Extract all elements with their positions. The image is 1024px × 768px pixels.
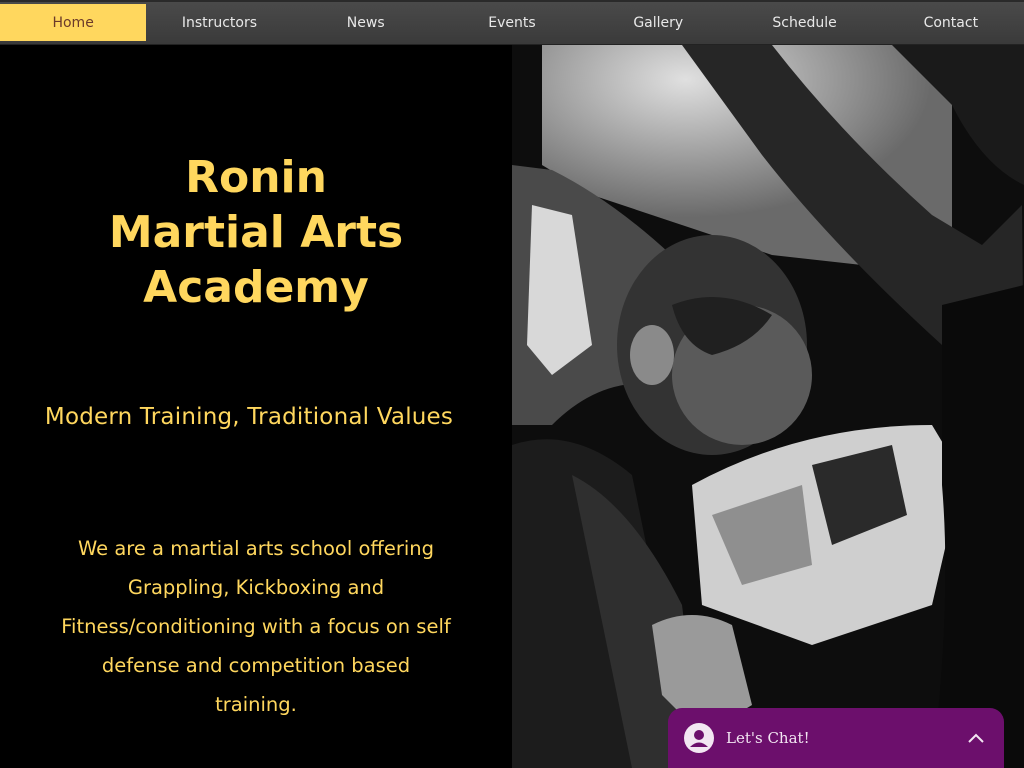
title-line-1: Ronin [185,152,327,203]
nav-item-instructors[interactable]: Instructors [146,4,292,41]
hero-text-panel: Ronin Martial Arts Academy Modern Traini… [0,45,512,768]
user-avatar-icon [684,723,714,753]
nav-item-events[interactable]: Events [439,4,585,41]
grappling-photo-image [512,45,1024,768]
chat-label: Let's Chat! [726,729,810,747]
nav-item-contact[interactable]: Contact [878,4,1024,41]
title-line-2: Martial Arts [108,207,404,258]
chevron-up-icon[interactable] [956,732,996,744]
nav-item-home[interactable]: Home [0,4,147,41]
chat-widget[interactable]: Let's Chat! [668,708,1004,768]
main-nav: Home Instructors News Events Gallery Sch… [0,0,1024,45]
nav-item-news[interactable]: News [293,4,439,41]
hero-tagline: Modern Training, Traditional Values [44,404,454,430]
hero-description: We are a martial arts school offering Gr… [61,537,451,716]
hero-photo [512,45,1024,768]
nav-item-gallery[interactable]: Gallery [585,4,731,41]
title-line-3: Academy [143,262,369,313]
hero-title: Ronin Martial Arts Academy [0,150,512,315]
nav-item-schedule[interactable]: Schedule [731,4,877,41]
